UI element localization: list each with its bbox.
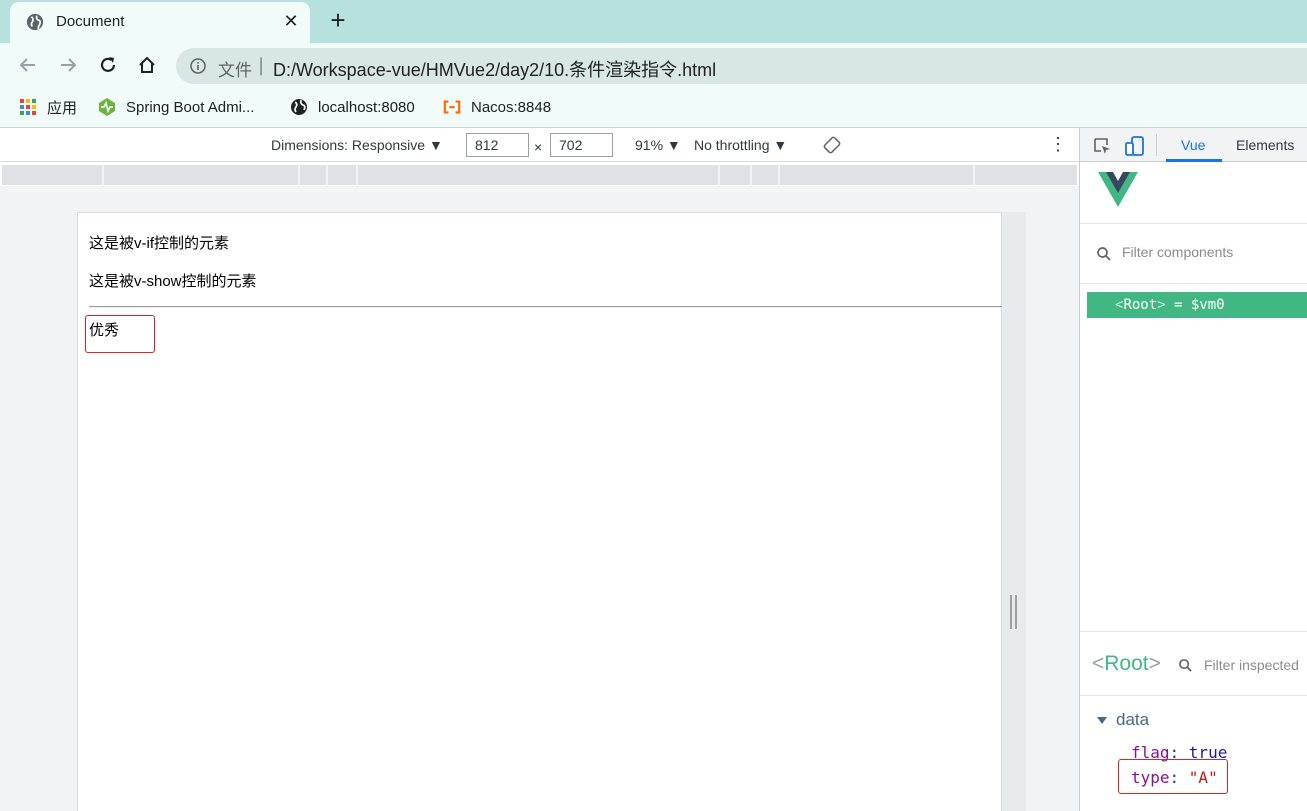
back-button[interactable] xyxy=(14,51,42,79)
vue-logo-icon xyxy=(1098,172,1138,207)
height-input[interactable]: 702 xyxy=(550,133,613,157)
dimension-times: × xyxy=(534,139,543,155)
tab-title: Document xyxy=(56,13,125,30)
data-section-label[interactable]: data xyxy=(1116,710,1149,730)
bookmark-spring-boot-admin[interactable]: Spring Boot Admi... xyxy=(98,96,254,118)
filter-components-input[interactable]: Filter components xyxy=(1122,244,1233,260)
bookmark-label: 应用 xyxy=(47,99,78,117)
screen: Document ✕ + 文件 | D:/Workspace-vue/HMVue… xyxy=(0,0,1307,811)
inspector-header: <Root> Filter inspected xyxy=(1080,632,1307,696)
zoom-dropdown[interactable]: 91% ▼ xyxy=(635,137,681,153)
search-icon xyxy=(1097,247,1111,261)
info-icon[interactable] xyxy=(190,58,206,74)
caret-down-icon[interactable] xyxy=(1097,717,1107,724)
throttling-dropdown[interactable]: No throttling ▼ xyxy=(694,137,787,153)
v-show-paragraph: 这是被v-show控制的元素 xyxy=(89,273,257,290)
component-tree-root[interactable]: <Root> = $vm0 xyxy=(1087,292,1307,318)
highlight-box xyxy=(1118,759,1228,794)
viewport-scroll-track xyxy=(1002,212,1026,811)
browser-tab[interactable]: Document ✕ xyxy=(10,2,310,43)
more-options-icon[interactable]: ⋮ xyxy=(1049,134,1067,155)
bookmark-localhost[interactable]: localhost:8080 xyxy=(290,96,415,118)
bookmark-apps[interactable]: 应用 xyxy=(19,96,77,118)
address-separator: | xyxy=(258,55,265,76)
inspected-name: Root xyxy=(1104,652,1149,675)
close-icon[interactable]: ✕ xyxy=(280,10,302,32)
component-filter[interactable]: Filter components xyxy=(1080,224,1307,284)
home-icon xyxy=(139,56,155,73)
horizontal-rule xyxy=(89,306,1003,308)
devtools-panel: Vue Elements Filter components <Root> = … xyxy=(1079,128,1307,811)
tab-strip: Document ✕ + xyxy=(0,0,1307,43)
devtools-tabbar: Vue Elements xyxy=(1080,128,1307,162)
device-toolbar: Dimensions: Responsive ▼ 812 × 702 91% ▼… xyxy=(0,128,1079,162)
resize-handle[interactable] xyxy=(1010,595,1017,629)
forward-button[interactable] xyxy=(54,51,82,79)
v-if-paragraph: 这是被v-if控制的元素 xyxy=(89,235,229,252)
emulated-page: 这是被v-if控制的元素 这是被v-show控制的元素 优秀 xyxy=(77,212,1003,811)
device-toggle-icon[interactable] xyxy=(1124,135,1146,157)
tab-elements[interactable]: Elements xyxy=(1236,137,1294,153)
root-component-name: Root xyxy=(1123,297,1158,313)
home-button[interactable] xyxy=(133,51,161,79)
reload-button[interactable] xyxy=(94,51,122,79)
bookmark-nacos[interactable]: Nacos:8848 xyxy=(443,96,551,118)
bookmarks-bar: 应用 Spring Boot Admi... localhost:8080 Na… xyxy=(0,88,1307,128)
nacos-icon xyxy=(443,100,461,114)
tag-close: > xyxy=(1148,652,1161,675)
tag-open: < xyxy=(1092,652,1105,675)
bookmark-label: Spring Boot Admi... xyxy=(126,98,255,116)
globe-icon xyxy=(291,99,307,115)
reload-icon xyxy=(100,57,116,72)
vm-ref: = $vm0 xyxy=(1165,297,1225,313)
heartbeat-icon xyxy=(99,98,115,116)
width-input[interactable]: 812 xyxy=(466,133,529,157)
inspected-component-label: <Root> xyxy=(1092,652,1161,676)
new-tab-button[interactable]: + xyxy=(326,7,350,33)
highlight-box xyxy=(85,315,155,353)
arrow-right-icon xyxy=(61,58,77,72)
file-scheme-label: 文件 xyxy=(218,61,252,80)
filter-inspected-input[interactable]: Filter inspected xyxy=(1204,657,1299,673)
browser-toolbar: 文件 | D:/Workspace-vue/HMVue2/day2/10.条件渲… xyxy=(0,43,1307,88)
inspect-element-icon[interactable] xyxy=(1092,136,1112,156)
vue-devtools-header xyxy=(1080,162,1307,224)
rotate-icon[interactable] xyxy=(823,136,841,154)
apps-grid-icon xyxy=(20,99,36,115)
globe-icon xyxy=(26,13,44,31)
url-text[interactable]: D:/Workspace-vue/HMVue2/day2/10.条件渲染指令.h… xyxy=(273,56,716,82)
tab-vue[interactable]: Vue xyxy=(1181,137,1205,153)
bookmark-label: Nacos:8848 xyxy=(471,98,552,116)
tag-close: > xyxy=(1157,297,1166,313)
search-icon xyxy=(1179,659,1192,672)
arrow-left-icon xyxy=(19,58,35,72)
media-query-ruler xyxy=(2,165,1077,185)
bookmark-label: localhost:8080 xyxy=(318,98,415,116)
dimensions-dropdown[interactable]: Dimensions: Responsive ▼ xyxy=(271,137,443,153)
address-bar[interactable]: 文件 | D:/Workspace-vue/HMVue2/day2/10.条件渲… xyxy=(176,48,1307,84)
